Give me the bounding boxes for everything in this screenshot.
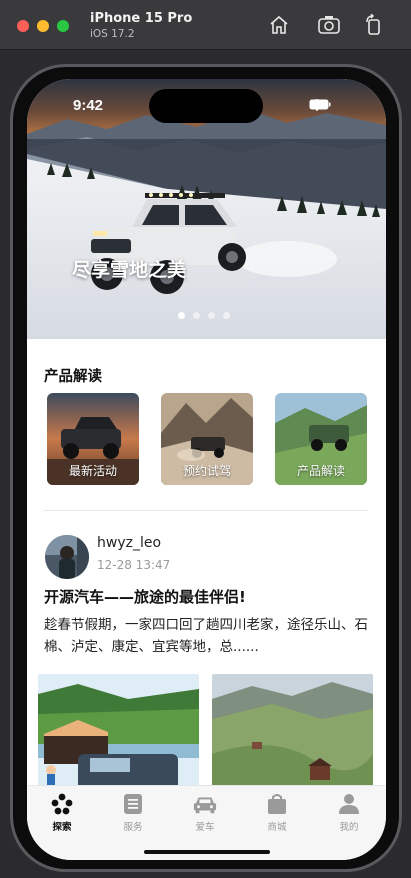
screenshot-icon	[318, 16, 340, 34]
tab-explore[interactable]: 探索	[32, 792, 92, 833]
carousel-dot[interactable]	[223, 312, 230, 319]
tab-label: 探索	[52, 822, 72, 833]
phone-screen: 9:42 尽享雪地之美 产品解读 最新活动 预约试驾 产品解读 hwyz_leo…	[27, 79, 386, 860]
card-label: 产品解读	[296, 464, 345, 478]
device-name: iPhone 15 Pro	[90, 11, 193, 26]
dynamic-island	[149, 89, 263, 123]
avatar[interactable]	[45, 535, 89, 579]
service-icon	[121, 792, 145, 816]
minimize-window-button[interactable]	[37, 20, 49, 32]
explore-icon	[50, 792, 74, 816]
avatar-image	[45, 535, 89, 579]
shop-icon	[265, 792, 289, 816]
tab-label: 爱车	[195, 822, 215, 833]
card-label: 最新活动	[68, 464, 117, 478]
hero-banner[interactable]: 9:42 尽享雪地之美	[27, 79, 386, 339]
profile-icon	[337, 792, 361, 816]
hero-caption: 尽享雪地之美	[72, 259, 187, 281]
tab-label: 商城	[267, 822, 287, 833]
home-button[interactable]	[266, 12, 292, 38]
car-icon	[193, 792, 217, 816]
close-window-button[interactable]	[17, 20, 29, 32]
post-time: 12-28 13:47	[97, 558, 171, 572]
tab-bar: 探索 服务 爱车 商城 我的	[27, 785, 386, 860]
card-book-test-drive[interactable]: 预约试驾	[161, 393, 253, 485]
battery-icon	[309, 99, 331, 110]
screenshot-button[interactable]	[316, 12, 342, 38]
carousel-dot[interactable]	[193, 312, 200, 319]
tab-shop[interactable]: 商城	[247, 792, 307, 833]
carousel-indicator[interactable]	[178, 312, 230, 319]
tab-profile[interactable]: 我的	[319, 792, 379, 833]
zoom-window-button[interactable]	[57, 20, 69, 32]
simulator-toolbar: iPhone 15 Pro iOS 17.2	[0, 0, 411, 50]
tab-label: 我的	[339, 822, 359, 833]
product-cards: 最新活动 预约试驾 产品解读	[47, 393, 367, 485]
section-title: 产品解读	[44, 369, 102, 385]
status-time: 9:42	[73, 97, 104, 114]
card-product-insight[interactable]: 产品解读	[275, 393, 367, 485]
rotate-button[interactable]	[361, 12, 387, 38]
card-latest-activity[interactable]: 最新活动	[47, 393, 139, 485]
carousel-dot[interactable]	[208, 312, 215, 319]
os-version: iOS 17.2	[90, 28, 135, 40]
tab-service[interactable]: 服务	[103, 792, 163, 833]
home-icon	[270, 15, 288, 34]
post-body[interactable]: 趁春节假期，一家四口回了趟四川老家，途径乐山、石棉、泸定、康定、宜宾等地，总..…	[44, 614, 372, 658]
divider	[44, 510, 368, 511]
post-title[interactable]: 开源汽车——旅途的最佳伴侣!	[44, 586, 246, 607]
carousel-dot[interactable]	[178, 312, 185, 319]
rotate-icon	[366, 14, 380, 35]
post-username[interactable]: hwyz_leo	[97, 535, 161, 551]
card-label: 预约试驾	[182, 464, 231, 478]
tab-label: 服务	[123, 822, 143, 833]
home-indicator[interactable]	[144, 850, 270, 854]
tab-car[interactable]: 爱车	[175, 792, 235, 833]
